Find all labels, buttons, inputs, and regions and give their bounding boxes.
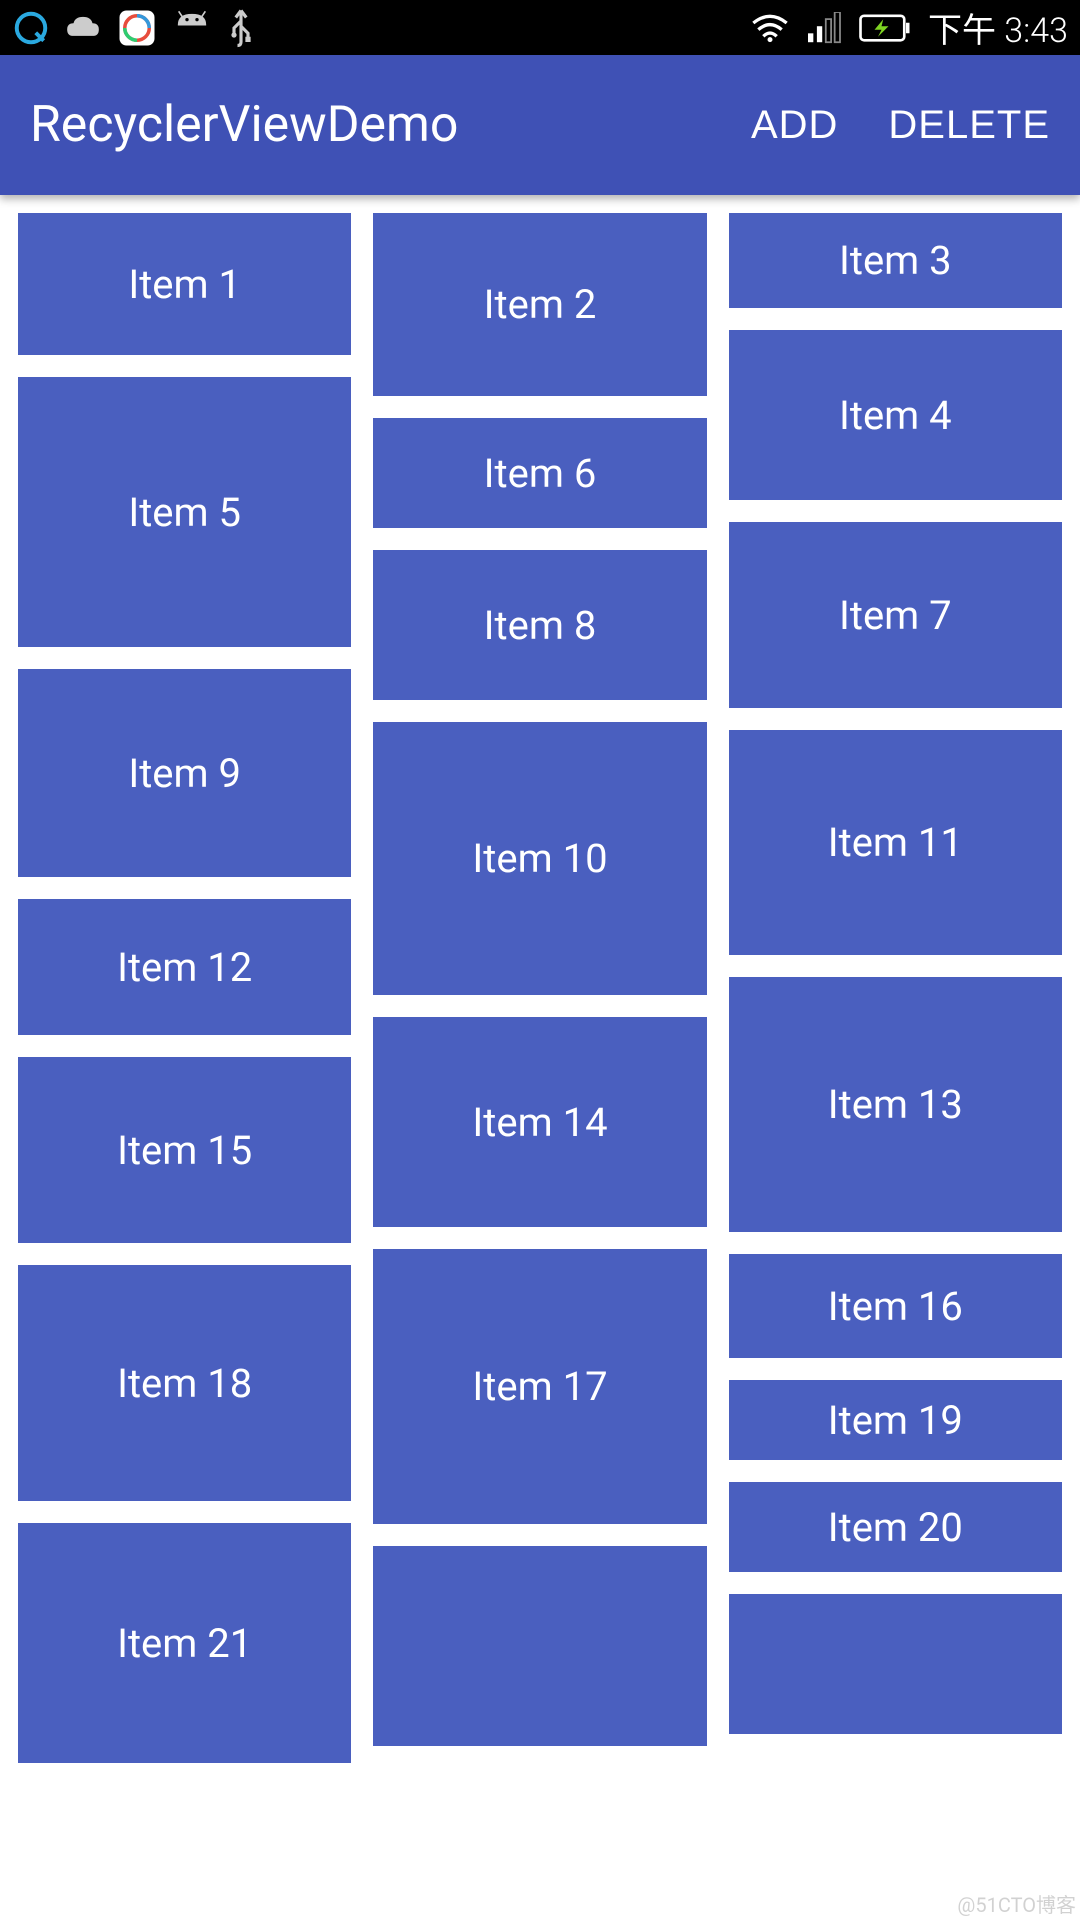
delete-button[interactable]: DELETE (888, 103, 1050, 148)
list-item[interactable]: Item 12 (18, 899, 351, 1035)
list-item[interactable]: Item 21 (18, 1523, 351, 1763)
status-bar-right: 下午 3:43 (750, 3, 1068, 52)
watermark: @51CTO博客 (957, 1889, 1076, 1918)
list-item[interactable]: Item 14 (373, 1017, 706, 1227)
status-time: 下午 3:43 (928, 3, 1068, 52)
app-icon (116, 7, 158, 49)
add-button[interactable]: ADD (751, 103, 838, 148)
list-item[interactable]: Item 2 (373, 213, 706, 396)
status-bar: 下午 3:43 (0, 0, 1080, 55)
list-item[interactable]: Item 8 (373, 550, 706, 700)
app-bar-actions: ADD DELETE (751, 103, 1050, 148)
recycler-view[interactable]: Item 1Item 5Item 9Item 12Item 15Item 18I… (0, 195, 1080, 1920)
list-item[interactable]: Item 9 (18, 669, 351, 877)
list-item[interactable]: Item 7 (729, 522, 1062, 708)
wifi-icon (750, 12, 790, 44)
list-item[interactable]: Item 20 (729, 1482, 1062, 1572)
cloud-icon (64, 13, 102, 43)
qiyi-icon (12, 9, 50, 47)
usb-icon (226, 7, 256, 49)
app-title: RecyclerViewDemo (30, 96, 458, 154)
column-1: Item 2 Item 6 Item 8 Item 10 Item 14 Item 17 (373, 213, 706, 1920)
list-item[interactable] (373, 1546, 706, 1746)
list-item[interactable] (729, 1594, 1062, 1734)
app-bar: RecyclerViewDemo ADD DELETE (0, 55, 1080, 195)
android-icon (172, 10, 212, 46)
list-item[interactable]: Item 15 (18, 1057, 351, 1243)
list-item[interactable]: Item 16 (729, 1254, 1062, 1358)
column-0: Item 1 Item 5 Item 9 Item 12 Item 15 Item 18I… (18, 213, 351, 1920)
list-item[interactable]: Item 18 (18, 1265, 351, 1501)
battery-icon (858, 14, 912, 42)
signal-icon (806, 12, 842, 44)
list-item[interactable]: Item 11 (729, 730, 1062, 955)
status-bar-left (12, 7, 256, 49)
list-item[interactable]: Item 5 (18, 377, 351, 647)
list-item[interactable]: Item 13 (729, 977, 1062, 1232)
list-item[interactable]: Item 19 (729, 1380, 1062, 1460)
list-item[interactable]: Item 4 (729, 330, 1062, 500)
list-item[interactable]: Item 1 (18, 213, 351, 355)
list-item[interactable]: Item 3 (729, 213, 1062, 308)
list-item[interactable]: Item 6 (373, 418, 706, 528)
column-2: Item 3 Item 4 Item 7 Item 11Item 13 Item 16 I… (729, 213, 1062, 1920)
list-item[interactable]: Item 17 (373, 1249, 706, 1524)
list-item[interactable]: Item 10 (373, 722, 706, 995)
